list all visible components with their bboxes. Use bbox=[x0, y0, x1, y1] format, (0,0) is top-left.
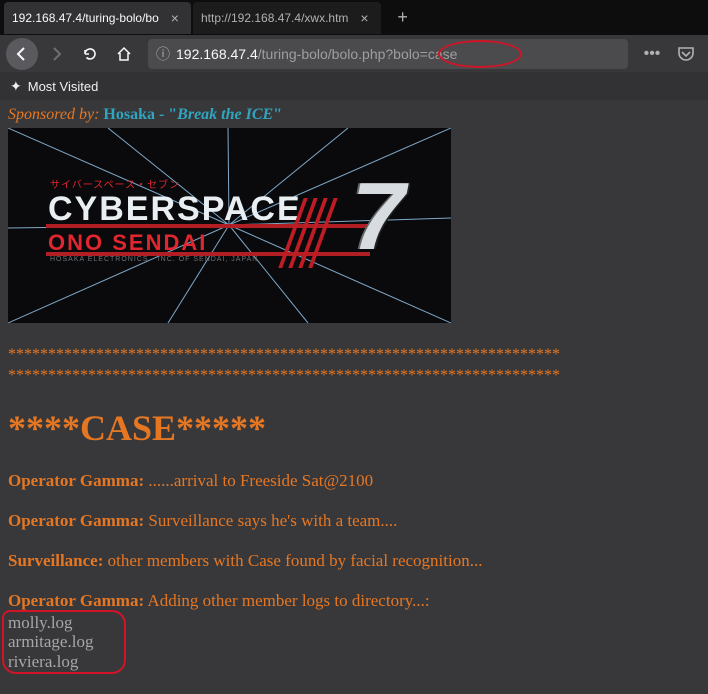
sponsor-line: Sponsored by: Hosaka - "Break the ICE" bbox=[8, 106, 700, 124]
back-button[interactable] bbox=[6, 38, 38, 70]
case-header: ****CASE***** bbox=[8, 407, 700, 449]
tab-label: 192.168.47.4/turing-bolo/bo bbox=[12, 11, 159, 25]
hero-seven: 7 bbox=[352, 162, 405, 272]
file-link[interactable]: riviera.log bbox=[8, 652, 700, 672]
reload-button[interactable] bbox=[74, 38, 106, 70]
log-line: Operator Gamma: Adding other member logs… bbox=[8, 591, 700, 611]
info-icon[interactable]: ⓘ bbox=[156, 44, 170, 64]
arrow-left-icon bbox=[14, 46, 30, 62]
star-icon: ✦ bbox=[10, 78, 22, 95]
tab-1[interactable]: 192.168.47.4/turing-bolo/bo × bbox=[4, 2, 191, 34]
forward-button[interactable] bbox=[40, 38, 72, 70]
divider-stars-1: ****************************************… bbox=[8, 345, 700, 366]
sponsor-end: " bbox=[273, 106, 282, 123]
log-msg: other members with Case found by facial … bbox=[103, 551, 482, 570]
file-link[interactable]: molly.log bbox=[8, 613, 700, 633]
hero-title: CYBERSPACE bbox=[48, 190, 302, 229]
tab-2[interactable]: http://192.168.47.4/xwx.htm × bbox=[193, 2, 381, 34]
log-who: Operator Gamma: bbox=[8, 471, 144, 490]
home-button[interactable] bbox=[108, 38, 140, 70]
tab-label: http://192.168.47.4/xwx.htm bbox=[201, 11, 348, 25]
new-tab-button[interactable]: + bbox=[389, 4, 417, 32]
log-msg: ......arrival to Freeside Sat@2100 bbox=[144, 471, 373, 490]
hero-image: サイバースペース・セブン CYBERSPACE ONO SENDAI HOSAK… bbox=[8, 128, 451, 323]
page-actions-button[interactable]: ••• bbox=[636, 38, 668, 70]
tab-bar: 192.168.47.4/turing-bolo/bo × http://192… bbox=[0, 0, 708, 35]
nav-bar: ⓘ 192.168.47.4/turing-bolo/bolo.php?bolo… bbox=[0, 35, 708, 72]
sponsor-brand: Hosaka - " bbox=[103, 106, 177, 123]
url-host: 192.168.47.4 bbox=[176, 46, 258, 62]
log-msg: Surveillance says he's with a team.... bbox=[144, 511, 397, 530]
pocket-icon bbox=[677, 45, 695, 63]
hero-sub: ONO SENDAI bbox=[48, 230, 207, 256]
log-line: Operator Gamma: ......arrival to Freesid… bbox=[8, 471, 700, 491]
hero-stripes bbox=[285, 198, 325, 273]
hero-jp: サイバースペース・セブン bbox=[50, 176, 180, 191]
log-line: Operator Gamma: Surveillance says he's w… bbox=[8, 511, 700, 531]
hero-foot: HOSAKA ELECTRONICS · INC. OF SENDAI, JAP… bbox=[50, 256, 258, 263]
divider-stars-2: ****************************************… bbox=[8, 366, 700, 387]
pocket-button[interactable] bbox=[670, 38, 702, 70]
log-who: Surveillance: bbox=[8, 551, 103, 570]
log-who: Operator Gamma: bbox=[8, 591, 144, 610]
reload-icon bbox=[82, 46, 98, 62]
log-who: Operator Gamma: bbox=[8, 511, 144, 530]
url-path: /turing-bolo/bolo.php?bolo=case bbox=[258, 46, 458, 62]
page-content: Sponsored by: Hosaka - "Break the ICE" サ… bbox=[0, 100, 708, 691]
file-link[interactable]: armitage.log bbox=[8, 632, 700, 652]
close-icon[interactable]: × bbox=[356, 10, 372, 26]
url-bar[interactable]: ⓘ 192.168.47.4/turing-bolo/bolo.php?bolo… bbox=[148, 39, 628, 69]
bookmark-most-visited[interactable]: Most Visited bbox=[28, 79, 99, 94]
close-icon[interactable]: × bbox=[167, 10, 183, 26]
sponsor-slogan: Break the ICE bbox=[177, 106, 273, 123]
log-line: Surveillance: other members with Case fo… bbox=[8, 551, 700, 571]
sponsor-by: Sponsored by: bbox=[8, 106, 103, 123]
bookmarks-toolbar: ✦ Most Visited bbox=[0, 72, 708, 100]
home-icon bbox=[116, 46, 132, 62]
log-msg: Adding other member logs to directory...… bbox=[144, 591, 429, 610]
file-list: molly.log armitage.log riviera.log bbox=[8, 613, 700, 672]
arrow-right-icon bbox=[48, 46, 64, 62]
